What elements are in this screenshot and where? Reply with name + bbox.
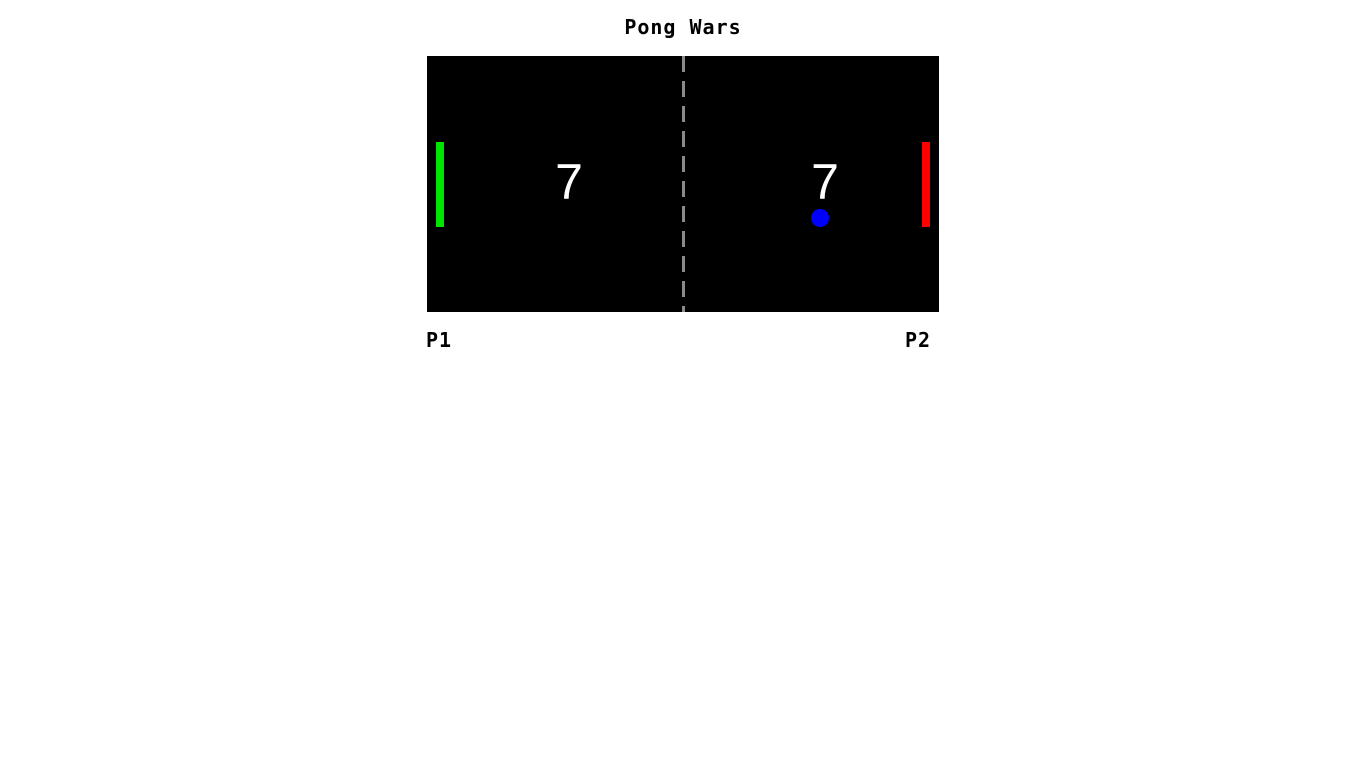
right-score: 7 (811, 154, 839, 210)
page-title: Pong Wars (624, 15, 742, 39)
game-page: Pong Wars 7 7 P1 P2 (0, 0, 1366, 768)
center-net (682, 56, 685, 312)
player-one-label: P1 (426, 328, 453, 352)
left-paddle[interactable] (436, 142, 444, 227)
left-score: 7 (555, 154, 583, 210)
right-paddle[interactable] (922, 142, 930, 227)
game-court[interactable]: 7 7 (427, 56, 939, 312)
player-two-label: P2 (905, 328, 932, 352)
ball (811, 209, 829, 227)
